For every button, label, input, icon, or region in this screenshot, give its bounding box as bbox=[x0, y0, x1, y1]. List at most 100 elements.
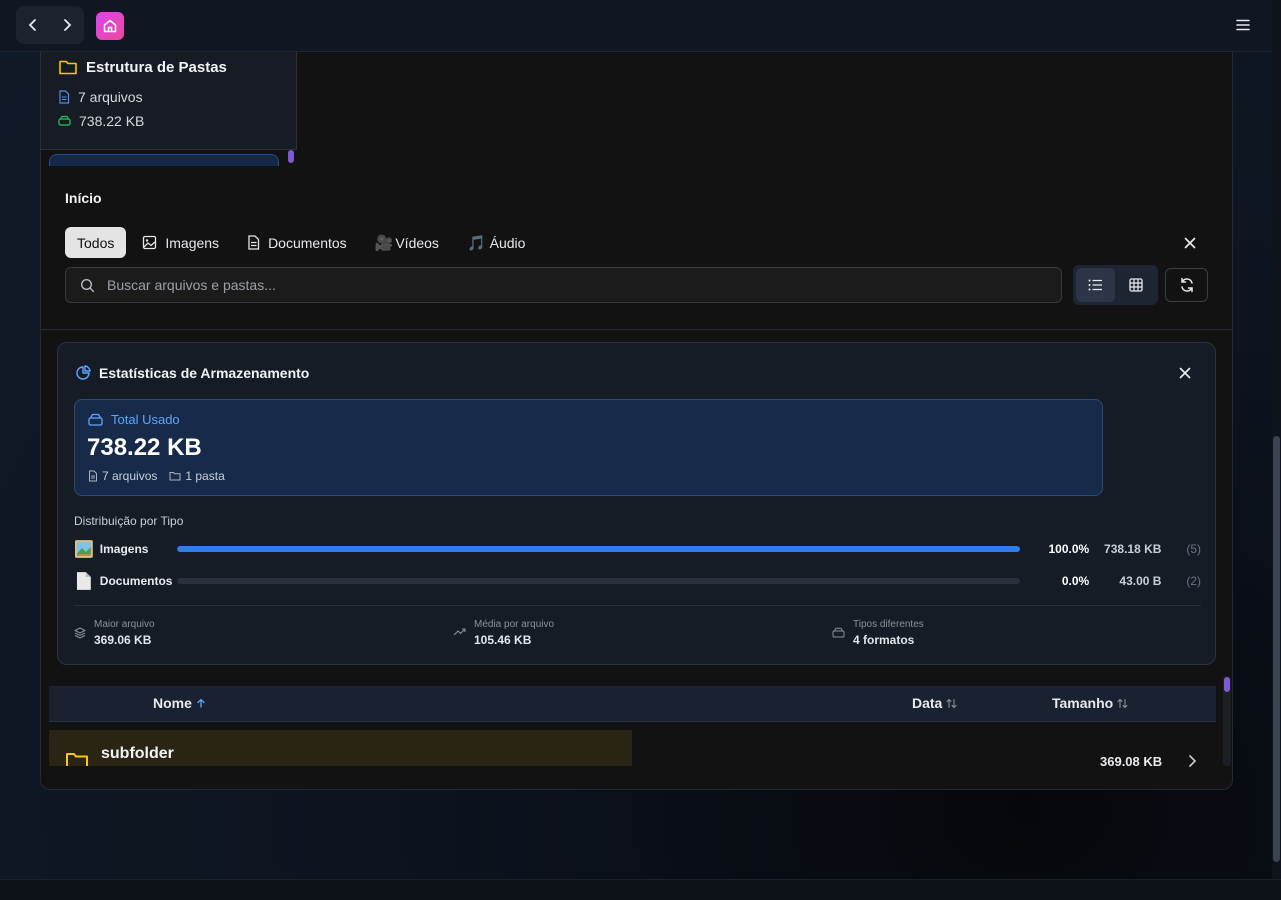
column-name-label: Nome bbox=[153, 695, 192, 711]
header-divider bbox=[41, 329, 1232, 330]
breadcrumb[interactable]: Início bbox=[65, 190, 102, 206]
drive-icon bbox=[832, 627, 845, 638]
close-icon bbox=[1179, 367, 1191, 379]
tab-all-label: Todos bbox=[77, 234, 115, 251]
back-button[interactable] bbox=[19, 11, 47, 39]
total-files: 7 arquivos bbox=[102, 469, 158, 483]
pie-chart-icon bbox=[76, 365, 91, 380]
folder-card-title: Estrutura de Pastas bbox=[86, 58, 227, 76]
distribution-title: Distribuição por Tipo bbox=[74, 514, 184, 528]
tab-videos[interactable]: 🎥 Vídeos bbox=[363, 227, 451, 258]
drive-icon bbox=[88, 413, 103, 426]
close-icon bbox=[1184, 237, 1196, 249]
top-bar bbox=[0, 0, 1272, 52]
distribution-row-documents: Documentos 0.0% 43.00 B (2) bbox=[74, 571, 1201, 591]
list-icon bbox=[1088, 279, 1102, 291]
tab-images-label: Imagens bbox=[165, 234, 220, 251]
arrow-up-icon bbox=[197, 698, 205, 708]
chevron-right-icon bbox=[64, 19, 72, 31]
search-icon bbox=[80, 278, 95, 292]
distribution-percent-documents: 0.0% bbox=[1061, 574, 1090, 588]
chevron-right-icon[interactable] bbox=[1185, 753, 1199, 769]
metric-average-file-label: Média por arquivo bbox=[474, 619, 555, 630]
cards-scrollbar-thumb[interactable] bbox=[288, 150, 294, 163]
metric-average-file: Média por arquivo 105.46 KB bbox=[453, 619, 554, 647]
image-icon bbox=[143, 235, 157, 250]
tab-all[interactable]: Todos bbox=[65, 227, 127, 258]
tab-audio[interactable]: 🎵 Áudio bbox=[455, 227, 538, 258]
metric-average-file-value: 105.46 KB bbox=[474, 633, 532, 647]
grid-view-button[interactable] bbox=[1117, 268, 1156, 302]
total-used-card: Total Usado 738.22 KB 7 arquivos 1 pasta bbox=[74, 399, 1103, 496]
distribution-name-images: Imagens bbox=[99, 542, 149, 556]
sort-by-name[interactable]: Nome bbox=[153, 695, 206, 711]
refresh-button[interactable] bbox=[1165, 268, 1208, 302]
metric-file-types-value: 4 formatos bbox=[853, 633, 915, 647]
folder-card-size: 738.22 KB bbox=[79, 113, 145, 129]
file-icon bbox=[89, 470, 97, 482]
close-stats-button[interactable] bbox=[1175, 363, 1195, 383]
distribution-size-documents: 43.00 B bbox=[1119, 574, 1162, 588]
sort-by-size[interactable]: Tamanho bbox=[1052, 695, 1128, 711]
distribution-percent-images: 100.0% bbox=[1048, 542, 1090, 556]
nav-group bbox=[16, 6, 84, 44]
layers-icon bbox=[74, 627, 86, 639]
distribution-bar-images bbox=[176, 546, 1020, 552]
hamburger-icon bbox=[1236, 19, 1250, 31]
grid-icon bbox=[1129, 278, 1143, 292]
distribution-name-documents: Documentos bbox=[99, 574, 173, 588]
row-name: subfolder bbox=[101, 745, 174, 762]
metric-largest-file: Maior arquivo 369.06 KB bbox=[74, 619, 155, 647]
search-box bbox=[65, 267, 1062, 303]
music-note-emoji-icon: 🎵 bbox=[466, 234, 486, 252]
folder-icon bbox=[59, 60, 77, 75]
sort-by-date[interactable]: Data bbox=[912, 695, 957, 711]
tab-images[interactable]: Imagens bbox=[130, 227, 231, 258]
next-card-peek[interactable] bbox=[49, 154, 279, 166]
stats-title: Estatísticas de Armazenamento bbox=[99, 365, 310, 381]
total-used-label-row: Total Usado bbox=[88, 412, 180, 427]
table-scrollbar-thumb[interactable] bbox=[1224, 677, 1230, 692]
list-view-button[interactable] bbox=[1076, 268, 1115, 302]
metric-largest-file-label: Maior arquivo bbox=[94, 619, 155, 630]
folder-card-files-row: 7 arquivos bbox=[58, 89, 143, 105]
file-table-header: Nome Data Tamanho bbox=[49, 686, 1216, 722]
folder-card-title-row: Estrutura de Pastas bbox=[58, 56, 227, 78]
folder-icon bbox=[169, 472, 181, 481]
distribution-size-images: 738.18 KB bbox=[1104, 542, 1162, 556]
metric-file-types-label: Tipos diferentes bbox=[853, 619, 924, 630]
search-input[interactable] bbox=[107, 277, 1007, 293]
tab-documents[interactable]: Documentos bbox=[235, 227, 359, 258]
stats-title-row: Estatísticas de Armazenamento bbox=[75, 365, 309, 381]
total-used-meta: 7 arquivos 1 pasta bbox=[88, 469, 225, 483]
table-row[interactable]: subfolder bbox=[49, 730, 632, 766]
total-folders: 1 pasta bbox=[185, 469, 225, 483]
document-icon bbox=[248, 235, 260, 250]
forward-button[interactable] bbox=[53, 11, 81, 39]
distribution-bar-documents bbox=[176, 578, 1020, 584]
menu-button[interactable] bbox=[1232, 14, 1254, 36]
page-scrollbar-thumb[interactable] bbox=[1273, 436, 1280, 862]
close-filters-button[interactable] bbox=[1180, 233, 1200, 253]
file-icon bbox=[59, 90, 70, 104]
total-folders-item: 1 pasta bbox=[169, 469, 225, 483]
storage-stats-card: Estatísticas de Armazenamento Total Usad… bbox=[57, 342, 1216, 665]
refresh-icon bbox=[1180, 277, 1193, 293]
total-used-label: Total Usado bbox=[111, 412, 180, 427]
folder-structure-card[interactable]: Estrutura de Pastas 7 arquivos 738.22 KB bbox=[40, 52, 297, 150]
distribution-count-images: (5) bbox=[1186, 542, 1201, 556]
metric-largest-file-value: 369.06 KB bbox=[94, 633, 152, 647]
home-icon bbox=[103, 19, 117, 33]
home-button[interactable] bbox=[96, 12, 124, 40]
stats-divider bbox=[74, 605, 1201, 606]
document-file-icon bbox=[76, 572, 91, 590]
filter-tabs: Todos Imagens Documentos 🎥 Vídeos 🎵 Áudi… bbox=[65, 227, 537, 258]
distribution-fill-images bbox=[176, 546, 1020, 552]
total-files-item: 7 arquivos bbox=[88, 469, 157, 483]
column-size-label: Tamanho bbox=[1052, 695, 1114, 711]
total-used-value: 738.22 KB bbox=[87, 434, 202, 461]
folder-card-files: 7 arquivos bbox=[78, 89, 143, 105]
sort-arrows-icon bbox=[1117, 698, 1128, 708]
column-date-label: Data bbox=[912, 695, 943, 711]
tab-audio-label: Áudio bbox=[489, 234, 526, 251]
